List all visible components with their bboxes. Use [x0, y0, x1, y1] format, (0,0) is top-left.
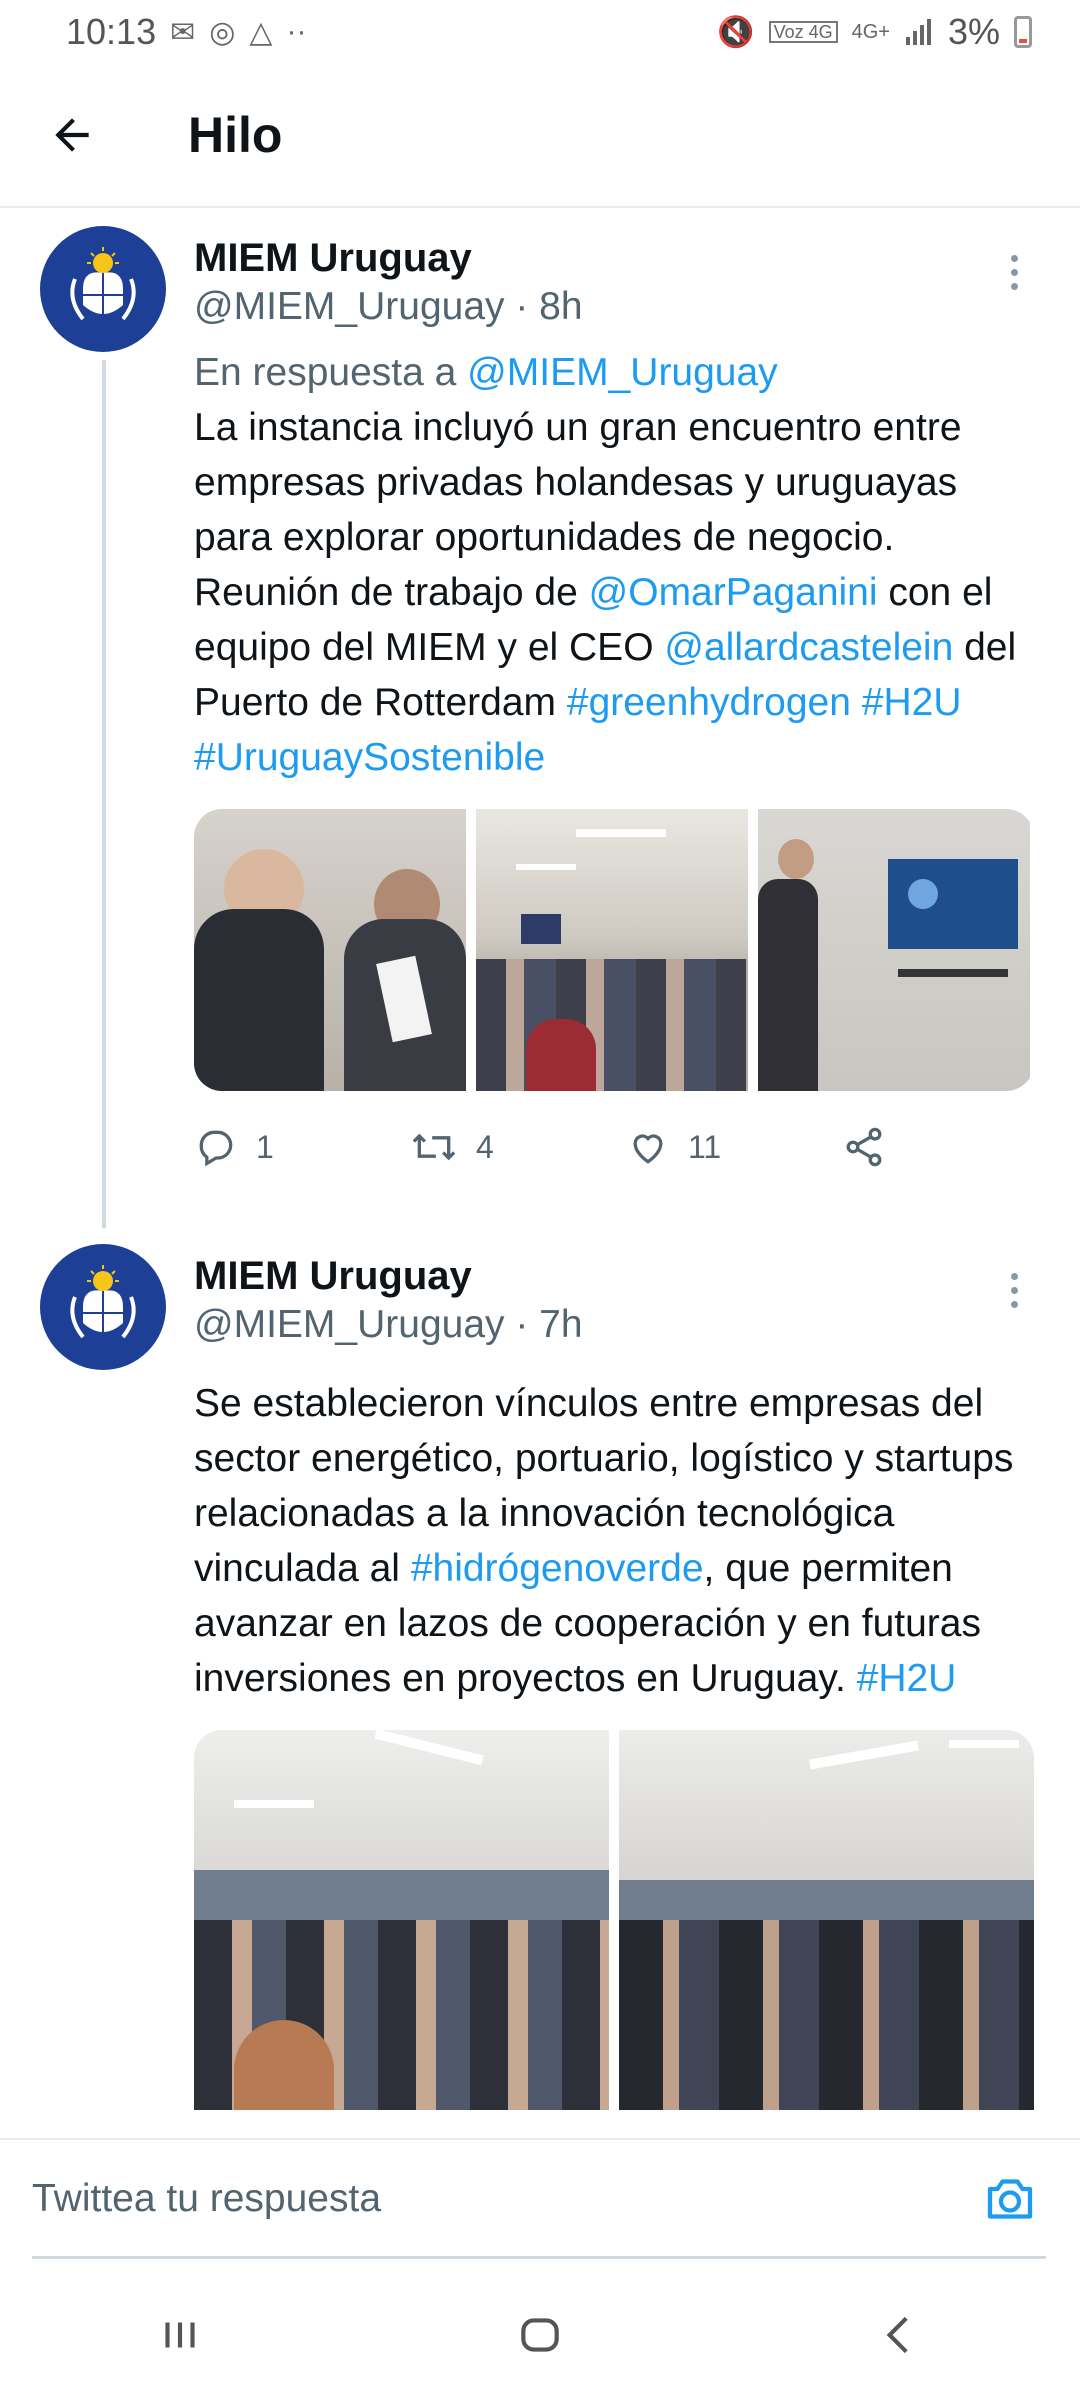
battery-icon — [1014, 16, 1032, 48]
status-bar: 10:13 ✉ ◎ △ ·· 🔇 Voz 4G 4G+ 3% — [0, 0, 1080, 64]
hashtag-link[interactable]: #UruguaySostenible — [194, 736, 545, 779]
signal-icon — [905, 19, 931, 45]
tweet-media — [194, 1730, 1034, 2110]
status-left: 10:13 ✉ ◎ △ ·· — [66, 11, 306, 53]
avatar[interactable] — [40, 1244, 166, 1370]
author-handle[interactable]: @MIEM_Uruguay — [194, 285, 505, 328]
tweet-text: La instancia incluyó un gran encuentro e… — [194, 400, 1034, 785]
more-vert-icon — [1010, 1272, 1018, 1280]
tweet-time: · 7h — [515, 1303, 583, 1346]
mention-link[interactable]: @allardcastelein — [664, 626, 953, 669]
reply-to-link[interactable]: @MIEM_Uruguay — [467, 351, 778, 394]
volte-badge: Voz 4G — [768, 21, 838, 43]
drive-icon: △ — [249, 15, 273, 49]
tweet[interactable]: MIEM Uruguay @MIEM_Uruguay · 8h En respu… — [0, 208, 1080, 1228]
tweet-header: MIEM Uruguay @MIEM_Uruguay · 8h — [194, 234, 1034, 332]
camera-icon — [987, 2179, 1033, 2219]
tweet-photo[interactable] — [194, 1730, 609, 2110]
tweet-photo[interactable] — [619, 1730, 1034, 2110]
hashtag-link[interactable]: #hidrógenoverde — [411, 1547, 704, 1590]
status-time: 10:13 — [66, 11, 157, 52]
uruguay-coat-of-arms-icon — [70, 1265, 136, 1339]
back-arrow-icon — [55, 118, 89, 152]
author-name[interactable]: MIEM Uruguay — [194, 234, 583, 282]
avatar[interactable] — [40, 226, 166, 352]
tweet-actions: 1 4 11 — [194, 1117, 1034, 1177]
camera-button[interactable] — [974, 2163, 1046, 2235]
home-icon — [521, 2318, 559, 2352]
share-button[interactable] — [842, 1125, 886, 1169]
reply-prefix: En respuesta a — [194, 351, 468, 394]
home-button[interactable] — [490, 2285, 590, 2385]
tweet-photo[interactable] — [758, 809, 1030, 1091]
hashtag-link[interactable]: #greenhydrogen — [567, 681, 851, 724]
reply-composer[interactable]: Twittea tu respuesta — [0, 2138, 1080, 2258]
mention-link[interactable]: @OmarPaganini — [589, 571, 878, 614]
tweet-body: MIEM Uruguay @MIEM_Uruguay · 8h En respu… — [194, 234, 1034, 1177]
like-count: 11 — [688, 1128, 722, 1165]
more-vert-icon — [1010, 254, 1018, 262]
reply-icon — [199, 1130, 233, 1167]
tweet-header: MIEM Uruguay @MIEM_Uruguay · 7h — [194, 1252, 1034, 1350]
tweet-photo[interactable] — [194, 809, 466, 1091]
tweet-photo[interactable] — [476, 809, 748, 1091]
system-nav-bar — [0, 2270, 1080, 2400]
thread[interactable]: MIEM Uruguay @MIEM_Uruguay · 8h En respu… — [0, 208, 1080, 2138]
tweet-body: MIEM Uruguay @MIEM_Uruguay · 7h Se estab… — [194, 1252, 1034, 2110]
author-handle[interactable]: @MIEM_Uruguay — [194, 1303, 505, 1346]
tweet-text: Se establecieron vínculos entre empresas… — [194, 1376, 1034, 1706]
recents-icon — [165, 2322, 195, 2348]
more-options-button[interactable] — [994, 1260, 1034, 1320]
author-name[interactable]: MIEM Uruguay — [194, 1252, 583, 1300]
reply-context: En respuesta a @MIEM_Uruguay — [194, 346, 1034, 400]
share-icon — [846, 1127, 882, 1167]
like-button[interactable]: 11 — [626, 1125, 842, 1169]
uruguay-coat-of-arms-icon — [70, 247, 136, 321]
back-nav-button[interactable] — [850, 2285, 950, 2385]
status-right: 🔇 Voz 4G 4G+ 3% — [717, 11, 1032, 53]
mute-icon: 🔇 — [717, 15, 755, 49]
retweet-icon — [412, 1133, 456, 1161]
more-options-button[interactable] — [994, 242, 1034, 302]
reply-button[interactable]: 1 — [194, 1125, 410, 1169]
back-nav-icon — [886, 2316, 908, 2354]
more-notifications-icon: ·· — [286, 15, 307, 48]
page-title: Hilo — [188, 107, 283, 163]
thread-connector — [102, 360, 106, 1228]
retweet-button[interactable]: 4 — [410, 1125, 626, 1169]
sync-icon: ◎ — [209, 15, 236, 49]
tweet-media — [194, 809, 1034, 1091]
network-type: 4G+ — [851, 20, 890, 43]
app-bar: Hilo — [0, 64, 1080, 208]
battery-percent: 3% — [947, 11, 1000, 52]
reply-count: 1 — [256, 1128, 274, 1165]
back-button[interactable] — [36, 99, 108, 171]
divider — [32, 2256, 1046, 2259]
like-icon — [633, 1134, 663, 1164]
tweet[interactable]: MIEM Uruguay @MIEM_Uruguay · 7h Se estab… — [0, 1218, 1080, 2138]
hashtag-link[interactable]: #H2U — [857, 1657, 957, 1700]
recents-button[interactable] — [130, 2285, 230, 2385]
hashtag-link[interactable]: #H2U — [862, 681, 962, 724]
retweet-count: 4 — [476, 1128, 494, 1165]
author-handle-row: @MIEM_Uruguay · 8h — [194, 282, 583, 332]
tweet-time: · 8h — [515, 285, 583, 328]
reply-input[interactable]: Twittea tu respuesta — [32, 2177, 974, 2221]
author-handle-row: @MIEM_Uruguay · 7h — [194, 1300, 583, 1350]
gmail-icon: ✉ — [170, 15, 196, 49]
